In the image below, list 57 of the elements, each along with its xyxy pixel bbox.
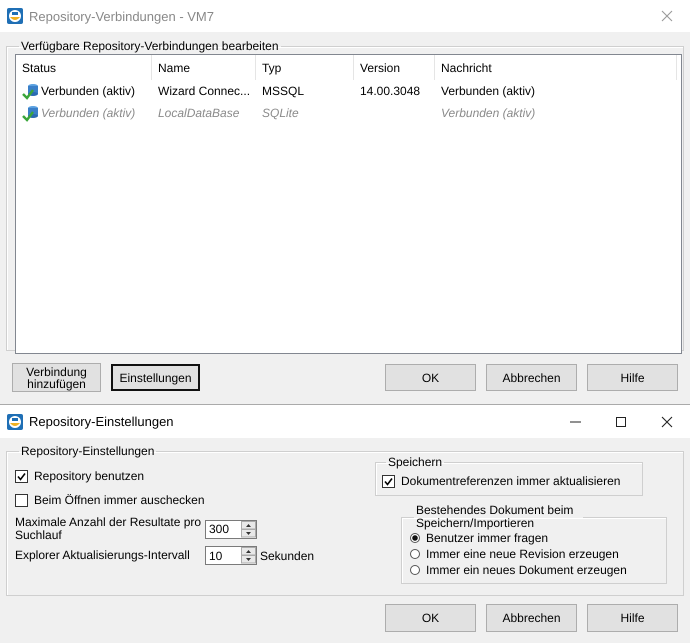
group-title: Bestehendes Dokument beim Speichern/Importieren (415, 504, 574, 530)
checkbox-label: Repository benutzen (34, 469, 144, 483)
checkmark-icon (17, 472, 26, 480)
group-title: Repository-Einstellungen (20, 444, 156, 458)
spin-arrows-icon (241, 547, 256, 564)
close-icon (660, 414, 674, 428)
close-icon (660, 9, 674, 23)
dialog-button[interactable]: OK (385, 364, 476, 391)
window-title: Repository-Einstellungen (29, 414, 174, 429)
dialog-button[interactable]: Abbrechen (486, 364, 577, 391)
checkbox-label: Dokumentreferenzen immer aktualisieren (401, 474, 620, 488)
column-header[interactable]: Name (152, 55, 256, 80)
checkbox-label: Beim Öffnen immer auschecken (34, 493, 205, 507)
database-check-icon (22, 104, 39, 122)
spin-arrows-icon (241, 520, 256, 538)
minimize-icon (570, 420, 580, 422)
table-cell: 14.00.3048 (360, 84, 420, 98)
column-header[interactable]: Nachricht (435, 55, 677, 80)
table-cell: SQLite (262, 106, 299, 120)
field-label: Explorer Aktualisierungs-Intervall (15, 549, 191, 562)
column-header[interactable]: Status (16, 55, 152, 80)
checkbox[interactable] (382, 474, 395, 488)
table-cell: Verbunden (aktiv) (441, 84, 536, 98)
unit-label: Sekunden (260, 548, 314, 562)
group-title: Verfügbare Repository-Verbindungen bearbeiten (20, 39, 280, 53)
maximize-icon (614, 414, 628, 428)
field-label: Maximale Anzahl der Resultate pro Suchlauf (15, 516, 202, 542)
number-field[interactable]: 10 (205, 546, 257, 565)
app-icon (7, 414, 23, 430)
dialog-button[interactable]: Einstellungen (111, 364, 200, 391)
dialog-button[interactable]: Verbindung hinzufügen (12, 363, 101, 392)
column-header[interactable]: Typ (256, 55, 354, 80)
dialog-button[interactable]: Abbrechen (486, 604, 577, 632)
dialog-button[interactable]: OK (385, 604, 476, 632)
table-cell: LocalDataBase (158, 106, 240, 120)
dialog-button[interactable]: Hilfe (587, 364, 678, 391)
group-title: Speichern (387, 455, 444, 469)
checkmark-icon (384, 476, 393, 486)
table-cell: Verbunden (aktiv) (41, 84, 136, 98)
app-icon (7, 8, 23, 24)
window-title: Repository-Verbindungen - VM7 (29, 8, 214, 24)
number-field[interactable]: 300 (205, 520, 257, 538)
table-cell: MSSQL (262, 84, 304, 98)
radio-label: Immer ein neues Dokument erzeugen (426, 563, 627, 577)
database-check-icon (22, 82, 39, 100)
column-header[interactable]: Version (354, 55, 435, 80)
dialog-button[interactable]: Hilfe (587, 604, 678, 632)
checkbox[interactable] (15, 470, 28, 482)
table-cell: Verbunden (aktiv) (441, 106, 536, 120)
table-cell: Wizard Connec... (158, 84, 250, 98)
checkbox[interactable] (15, 494, 28, 506)
table-cell: Verbunden (aktiv) (41, 106, 136, 120)
radio-button[interactable] (410, 533, 420, 543)
radio-button[interactable] (410, 565, 420, 575)
radio-label: Benutzer immer fragen (426, 531, 548, 545)
radio-button[interactable] (410, 549, 420, 559)
radio-label: Immer eine neue Revision erzeugen (426, 547, 619, 561)
